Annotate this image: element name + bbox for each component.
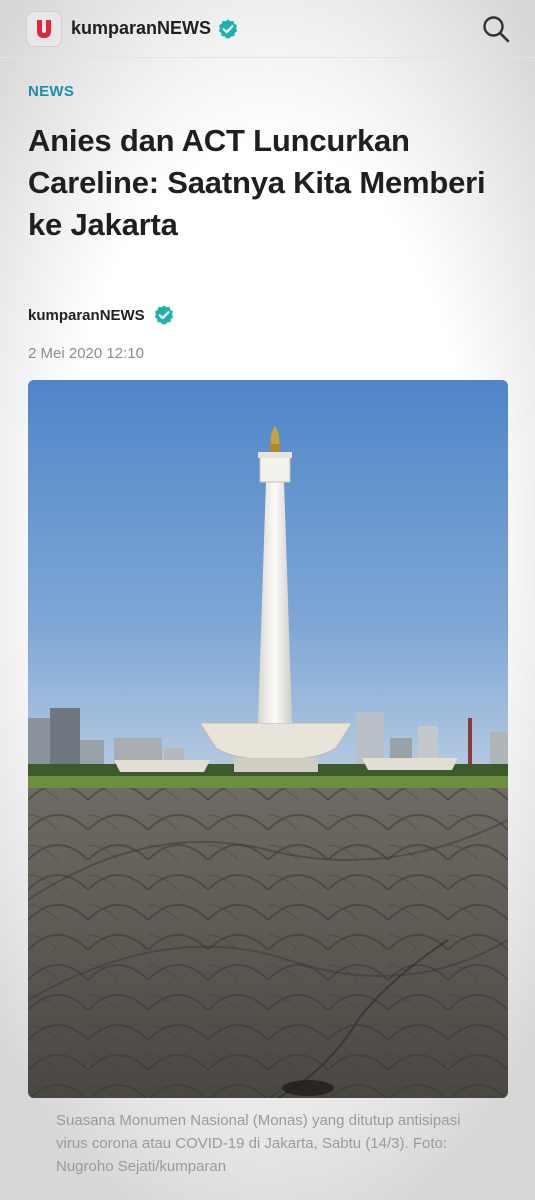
monas-illustration (28, 380, 508, 1098)
search-icon[interactable] (481, 14, 511, 44)
category-label[interactable]: NEWS (28, 83, 74, 100)
photo-caption: Suasana Monumen Nasional (Monas) yang di… (56, 1112, 461, 1175)
verified-badge-icon (217, 18, 239, 40)
author-name[interactable]: kumparanNEWS (28, 307, 145, 324)
brand-name[interactable]: kumparanNEWS (71, 18, 211, 39)
top-bar: kumparanNEWS (0, 0, 535, 58)
publish-date: 2 Mei 2020 12:10 (28, 345, 144, 362)
article-photo[interactable] (28, 380, 508, 1098)
article-title: Anies dan ACT Luncurkan Careline: Saatny… (28, 123, 486, 242)
logo-mark (37, 19, 51, 38)
author-row[interactable]: kumparanNEWS (28, 304, 175, 326)
kumparan-logo-icon[interactable] (26, 10, 62, 47)
verified-badge-icon (153, 304, 175, 326)
